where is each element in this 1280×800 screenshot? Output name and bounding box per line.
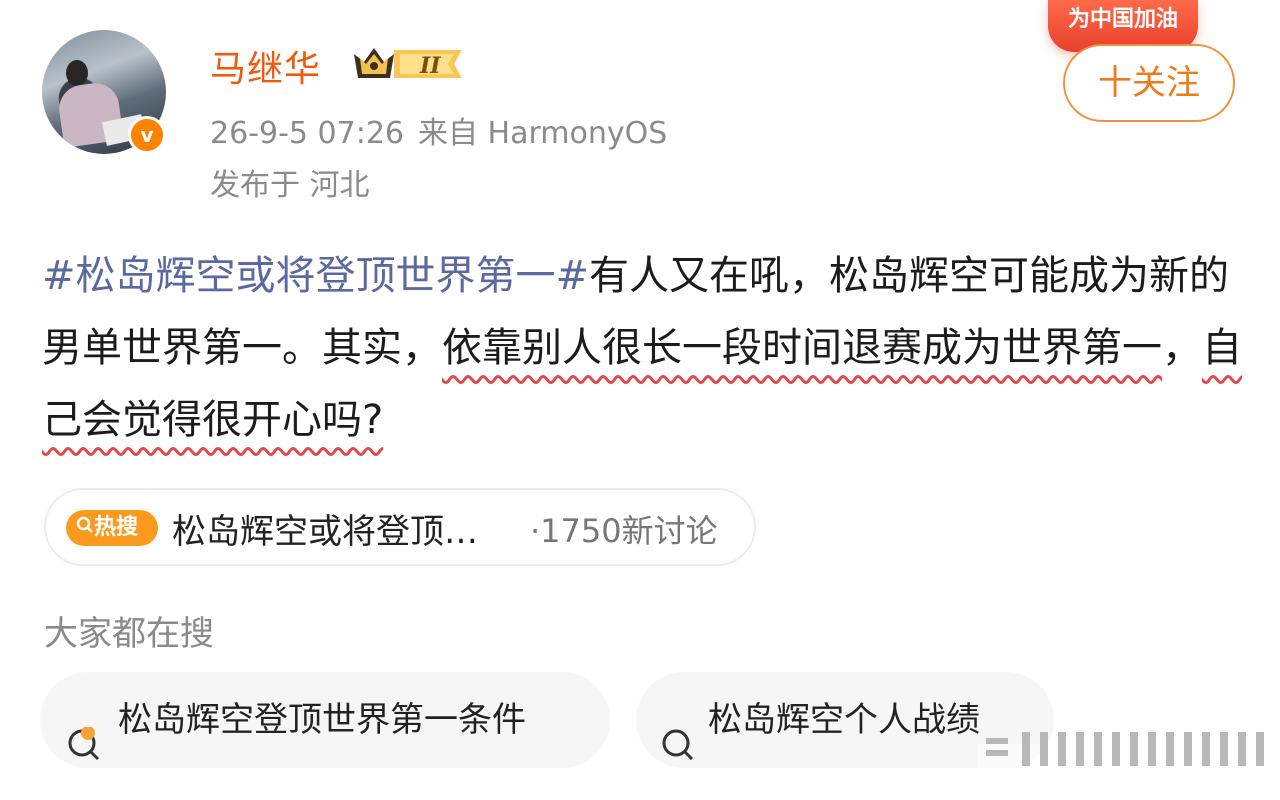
username[interactable]: 马继华 [210, 40, 321, 92]
hot-search-count: ·1750新讨论 [530, 512, 718, 550]
hot-search-title[interactable]: 松岛辉空或将登顶… [172, 504, 478, 553]
post-timestamp: 26-9-5 07:26 [210, 116, 404, 151]
crown-level-icon: II [354, 48, 462, 79]
post-body: #松岛辉空或将登顶世界第一#有人又在吼，松岛辉空可能成为新的男单世界第一。其实，… [42, 240, 1242, 456]
related-search-chip[interactable]: 松岛辉空登顶世界第一条件 [40, 672, 610, 768]
search-icon-2 [660, 704, 700, 800]
verified-icon: v [128, 116, 166, 154]
related-search-heading: 大家都在搜 [44, 614, 214, 654]
post-meta: 26-9-5 07:26 来自 HarmonyOS [210, 108, 667, 152]
follow-button[interactable]: 十关注 [1063, 44, 1235, 122]
hot-tag-label: 热搜 [94, 515, 139, 540]
underlined-text: 依靠别人很长一段时间退赛成为世界第一 [442, 325, 1162, 371]
hot-search-icon [66, 704, 106, 800]
hot-search-card[interactable]: 热搜 松岛辉空或将登顶… ·1750新讨论 [44, 488, 756, 566]
hot-search-tag: 热搜 [66, 510, 158, 546]
level-badge-text: II [419, 53, 441, 79]
post-location: 发布于 河北 [210, 168, 370, 203]
related-search-label-2: 松岛辉空个人战绩 [708, 700, 980, 740]
avatar-head [66, 60, 88, 86]
topic-link[interactable]: #松岛辉空或将登顶世界第一# [42, 253, 589, 299]
watermark-bars-icon [978, 732, 1278, 772]
post-source[interactable]: 来自 HarmonyOS [418, 116, 667, 151]
search-icon [76, 510, 94, 546]
related-search-label: 松岛辉空登顶世界第一条件 [118, 700, 526, 740]
post-text-segment-2: ， [1162, 325, 1202, 371]
